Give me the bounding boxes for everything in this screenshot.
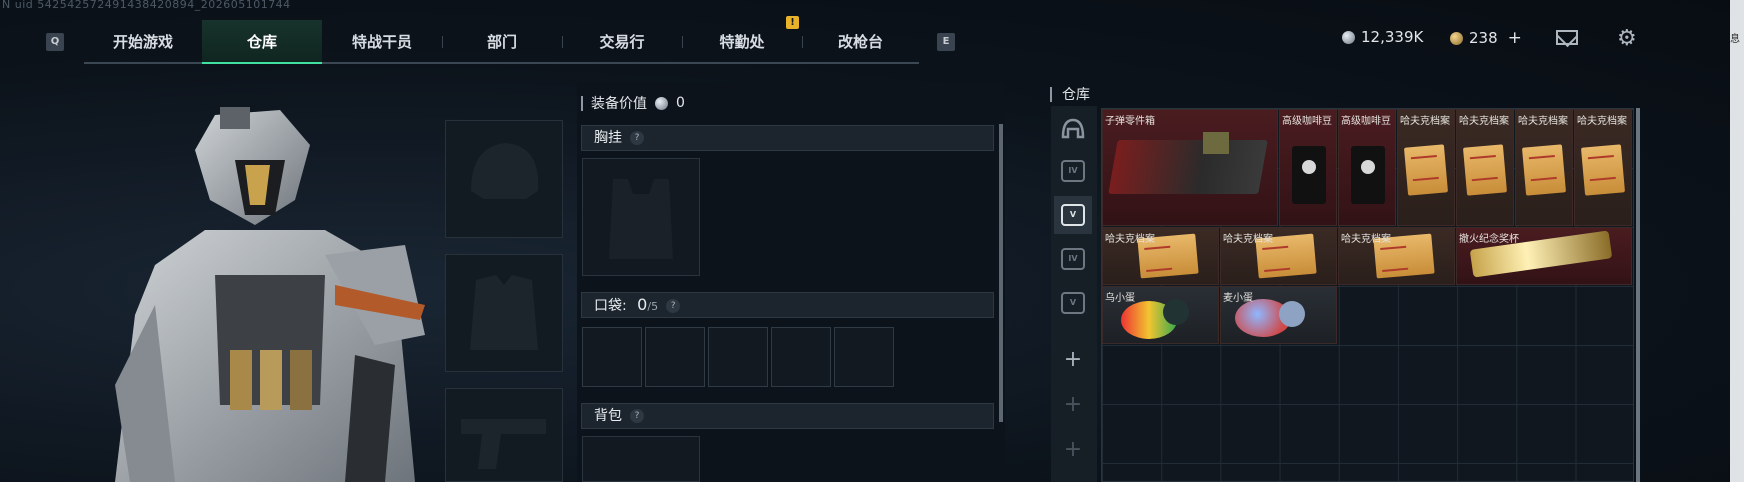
- document-art: [1462, 144, 1508, 196]
- storage-item[interactable]: 哈夫克档案: [1456, 109, 1514, 226]
- coffee-bag-art: [1292, 146, 1326, 204]
- storage-item[interactable]: 子弹零件箱: [1102, 109, 1278, 226]
- pocket-header: 口袋: 0/5?: [581, 292, 994, 318]
- storage-item[interactable]: 哈夫克档案: [1220, 227, 1337, 285]
- silver-coin-icon: [1342, 30, 1355, 44]
- tab-special-ops[interactable]: 特勤处: [682, 20, 802, 64]
- storage-item[interactable]: 哈夫克档案: [1102, 227, 1219, 285]
- helmet-placeholder-icon: [471, 143, 539, 199]
- chest-rig-slot[interactable]: [582, 158, 700, 276]
- special-ops-alert-badge: !: [786, 16, 799, 29]
- equipment-value-label: 装备价值: [591, 96, 647, 112]
- ammo-case-art: [1108, 140, 1268, 194]
- chest-rig-help-icon[interactable]: ?: [630, 131, 644, 145]
- pocket-slot[interactable]: [645, 327, 705, 387]
- add-tab-button[interactable]: +: [1054, 340, 1092, 378]
- storage-item[interactable]: 哈夫克档案: [1515, 109, 1573, 226]
- silver-coin-icon: [655, 96, 668, 110]
- tab-gunsmith[interactable]: 改枪台: [802, 20, 919, 64]
- section-marker: [581, 95, 583, 111]
- gold-coin-icon: [1450, 31, 1463, 45]
- document-art: [1521, 144, 1567, 196]
- next-tab-key-badge[interactable]: E: [937, 33, 955, 51]
- tab-start-game[interactable]: 开始游戏: [84, 20, 202, 64]
- armor-slot[interactable]: [445, 254, 563, 372]
- egg-character-art: [1163, 299, 1189, 325]
- coffee-bag-art: [1351, 146, 1385, 204]
- pistol-placeholder-icon: [461, 419, 546, 469]
- iv-tab-icon-2[interactable]: IV: [1054, 240, 1092, 278]
- operator-character-model: [115, 107, 425, 482]
- chest-rig-label: 胸挂: [594, 130, 622, 146]
- storage-item[interactable]: 乌小蛋: [1102, 286, 1219, 344]
- document-art: [1403, 144, 1449, 196]
- iv-tab-icon[interactable]: IV: [1054, 152, 1092, 190]
- pocket-help-icon[interactable]: ?: [666, 299, 681, 313]
- storage-item[interactable]: 哈夫克档案: [1338, 227, 1455, 285]
- storage-item[interactable]: 高级咖啡豆: [1279, 109, 1337, 226]
- silver-currency: 12,339K: [1342, 28, 1423, 46]
- add-tab-button[interactable]: +: [1054, 385, 1092, 423]
- armor-placeholder-icon: [470, 275, 538, 350]
- chest-rig-placeholder-icon: [609, 179, 673, 259]
- pocket-count: 0: [637, 295, 648, 314]
- uid-text: N uid 542542572491438420894_202605101744: [2, 0, 291, 11]
- pocket-slot[interactable]: [708, 327, 768, 387]
- v-tab-icon-2[interactable]: V: [1054, 284, 1092, 322]
- storage-scrollbar[interactable]: [1636, 108, 1640, 482]
- document-art: [1580, 144, 1626, 196]
- mail-icon[interactable]: [1556, 30, 1578, 45]
- backpack-help-icon[interactable]: ?: [630, 409, 644, 423]
- gold-amount: 238: [1469, 29, 1498, 47]
- ammo-box-art: [1203, 132, 1229, 154]
- equipment-value: 装备价值 0: [581, 93, 685, 113]
- add-tab-button[interactable]: +: [1054, 430, 1092, 468]
- pocket-slot[interactable]: [834, 327, 894, 387]
- backpack-label: 背包: [594, 408, 622, 424]
- tab-trade[interactable]: 交易行: [562, 20, 682, 64]
- storage-item[interactable]: 撤火纪念奖杯: [1456, 227, 1632, 285]
- tab-warehouse[interactable]: 仓库: [202, 20, 322, 64]
- gear-icon[interactable]: ⚙: [1617, 26, 1637, 51]
- section-marker: [1050, 86, 1052, 102]
- storage-item[interactable]: 高级咖啡豆: [1338, 109, 1396, 226]
- v-tab-icon[interactable]: V: [1054, 196, 1092, 234]
- weapon-slot[interactable]: [445, 388, 563, 482]
- helmet-tab-icon[interactable]: [1054, 110, 1092, 148]
- tab-department[interactable]: 部门: [442, 20, 562, 64]
- storage-item[interactable]: 麦小蛋: [1220, 286, 1337, 344]
- storage-item[interactable]: 哈夫克档案: [1397, 109, 1455, 226]
- storage-item[interactable]: 哈夫克档案: [1574, 109, 1632, 226]
- silver-amount: 12,339K: [1361, 28, 1424, 46]
- backpack-slot[interactable]: [582, 436, 700, 482]
- chest-rig-header: 胸挂?: [581, 125, 994, 151]
- prev-tab-key-badge[interactable]: Q: [46, 33, 64, 51]
- gold-currency: 238 +: [1450, 28, 1522, 48]
- equipment-value-amount: 0: [676, 95, 685, 111]
- right-edge-strip: 息: [1730, 0, 1744, 482]
- pocket-label: 口袋:: [594, 298, 627, 314]
- backpack-header: 背包?: [581, 403, 994, 429]
- pocket-slot[interactable]: [582, 327, 642, 387]
- loadout-scrollbar[interactable]: [999, 124, 1003, 422]
- storage-title: 仓库: [1050, 84, 1090, 104]
- tab-operators[interactable]: 特战干员: [322, 20, 442, 64]
- pocket-capacity: /5: [647, 300, 659, 313]
- add-gold-button[interactable]: +: [1508, 28, 1522, 48]
- pocket-slot[interactable]: [771, 327, 831, 387]
- egg-character-art: [1279, 301, 1305, 327]
- helmet-slot[interactable]: [445, 120, 563, 238]
